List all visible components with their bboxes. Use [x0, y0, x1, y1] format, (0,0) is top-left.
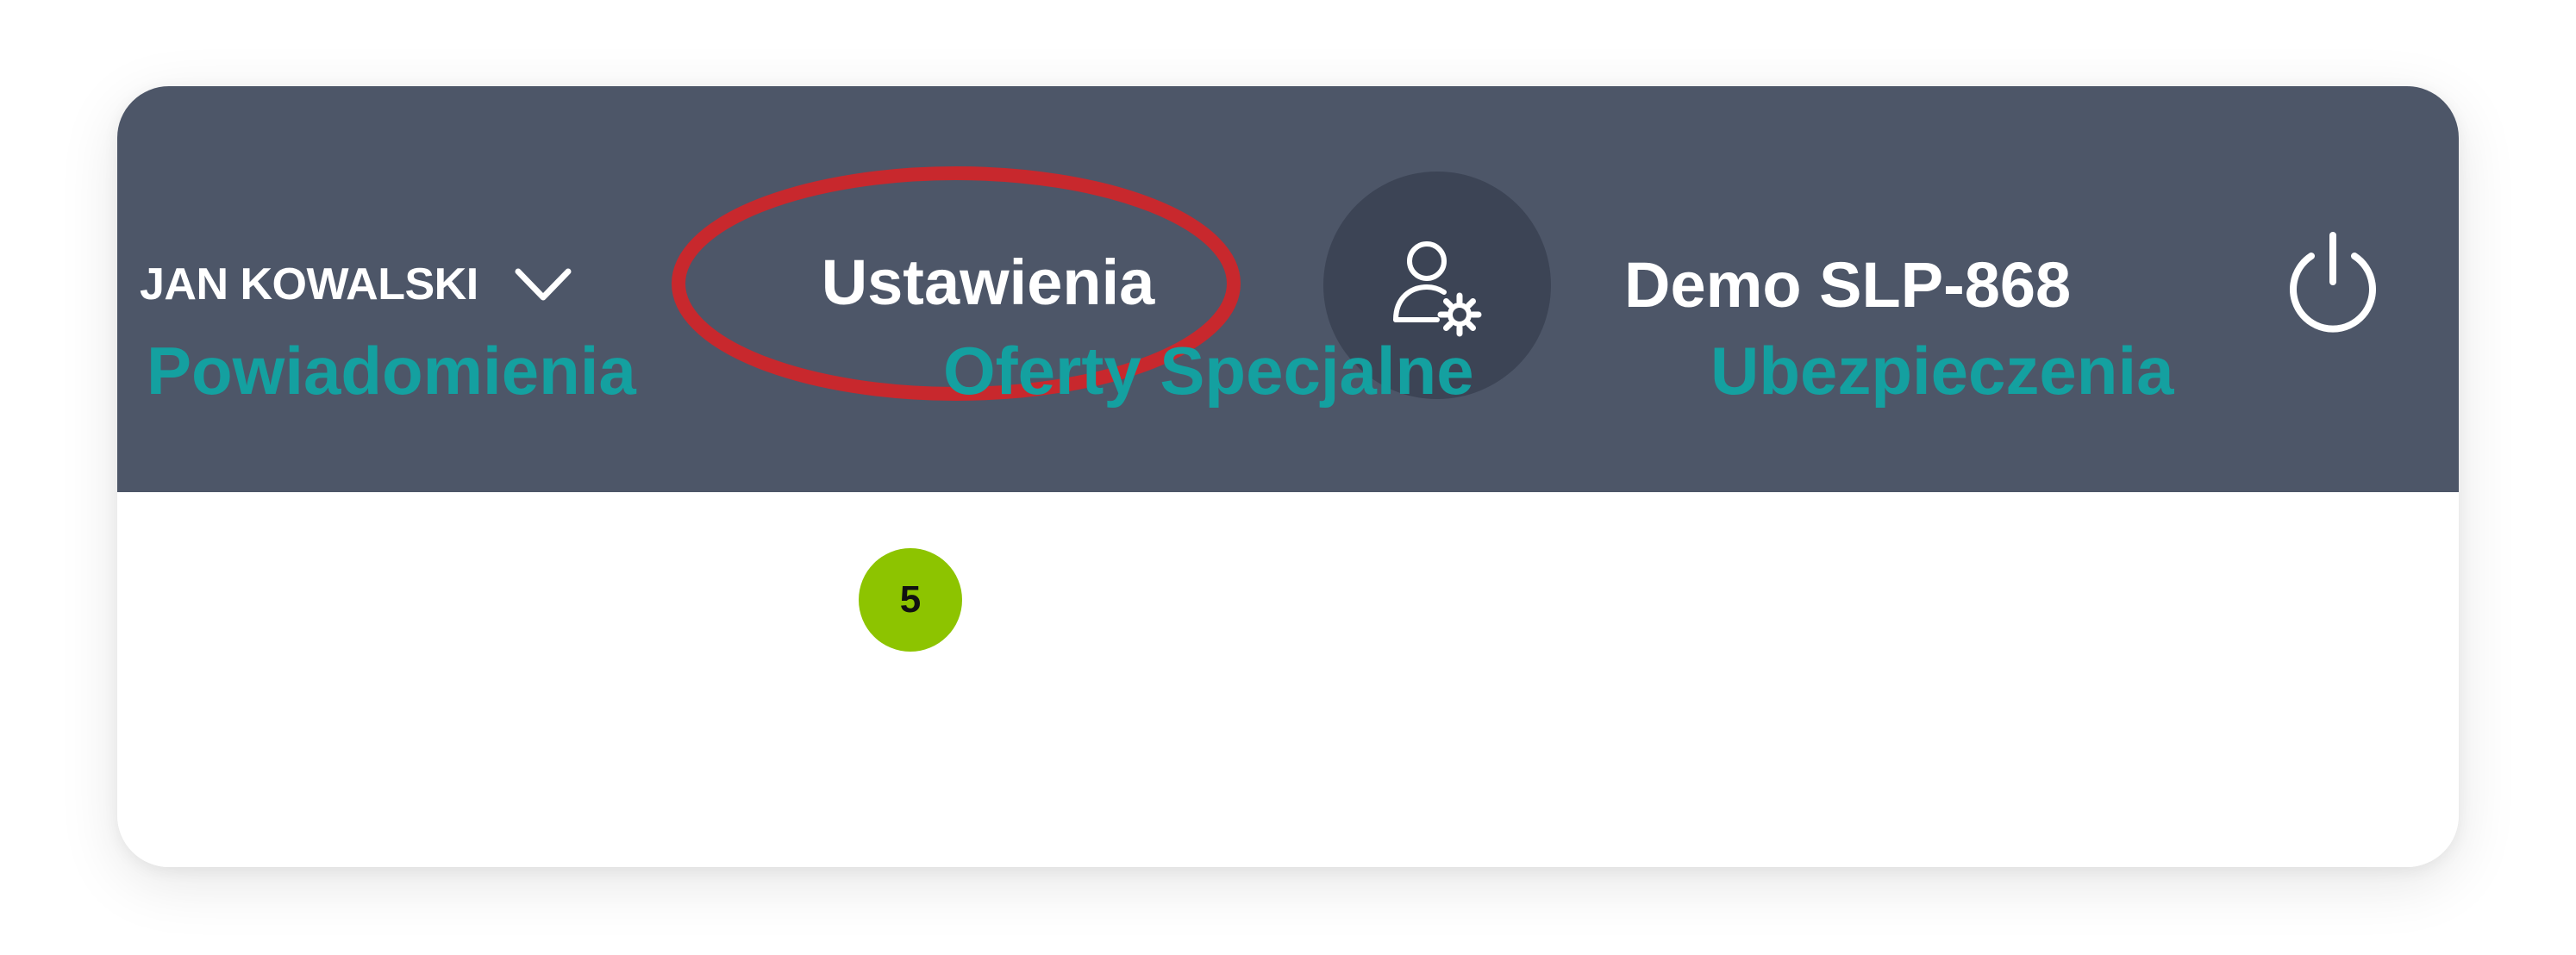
- environment-label: Demo SLP-868: [1624, 248, 2072, 321]
- chevron-down-icon[interactable]: [513, 263, 573, 306]
- settings-link[interactable]: Ustawienia: [790, 243, 1186, 321]
- notification-count-badge: 5: [859, 548, 962, 652]
- top-navigation-bar: JAN KOWALSKI Ustawienia Demo SLP-868: [117, 86, 2459, 492]
- tab-oferty-specjalne[interactable]: Oferty Specjalne: [943, 328, 1474, 414]
- user-menu[interactable]: JAN KOWALSKI: [140, 250, 573, 319]
- power-icon: [2290, 232, 2376, 333]
- tab-ubezpieczenia[interactable]: Ubezpieczenia: [1710, 328, 2174, 414]
- secondary-navigation: [117, 492, 2459, 867]
- user-name: JAN KOWALSKI: [140, 259, 478, 309]
- tab-powiadomienia[interactable]: Powiadomienia: [147, 328, 636, 414]
- page: JAN KOWALSKI Ustawienia Demo SLP-868 Pow…: [0, 0, 2576, 955]
- logout-button[interactable]: [2273, 224, 2393, 345]
- navigation-card: JAN KOWALSKI Ustawienia Demo SLP-868 Pow…: [117, 86, 2459, 867]
